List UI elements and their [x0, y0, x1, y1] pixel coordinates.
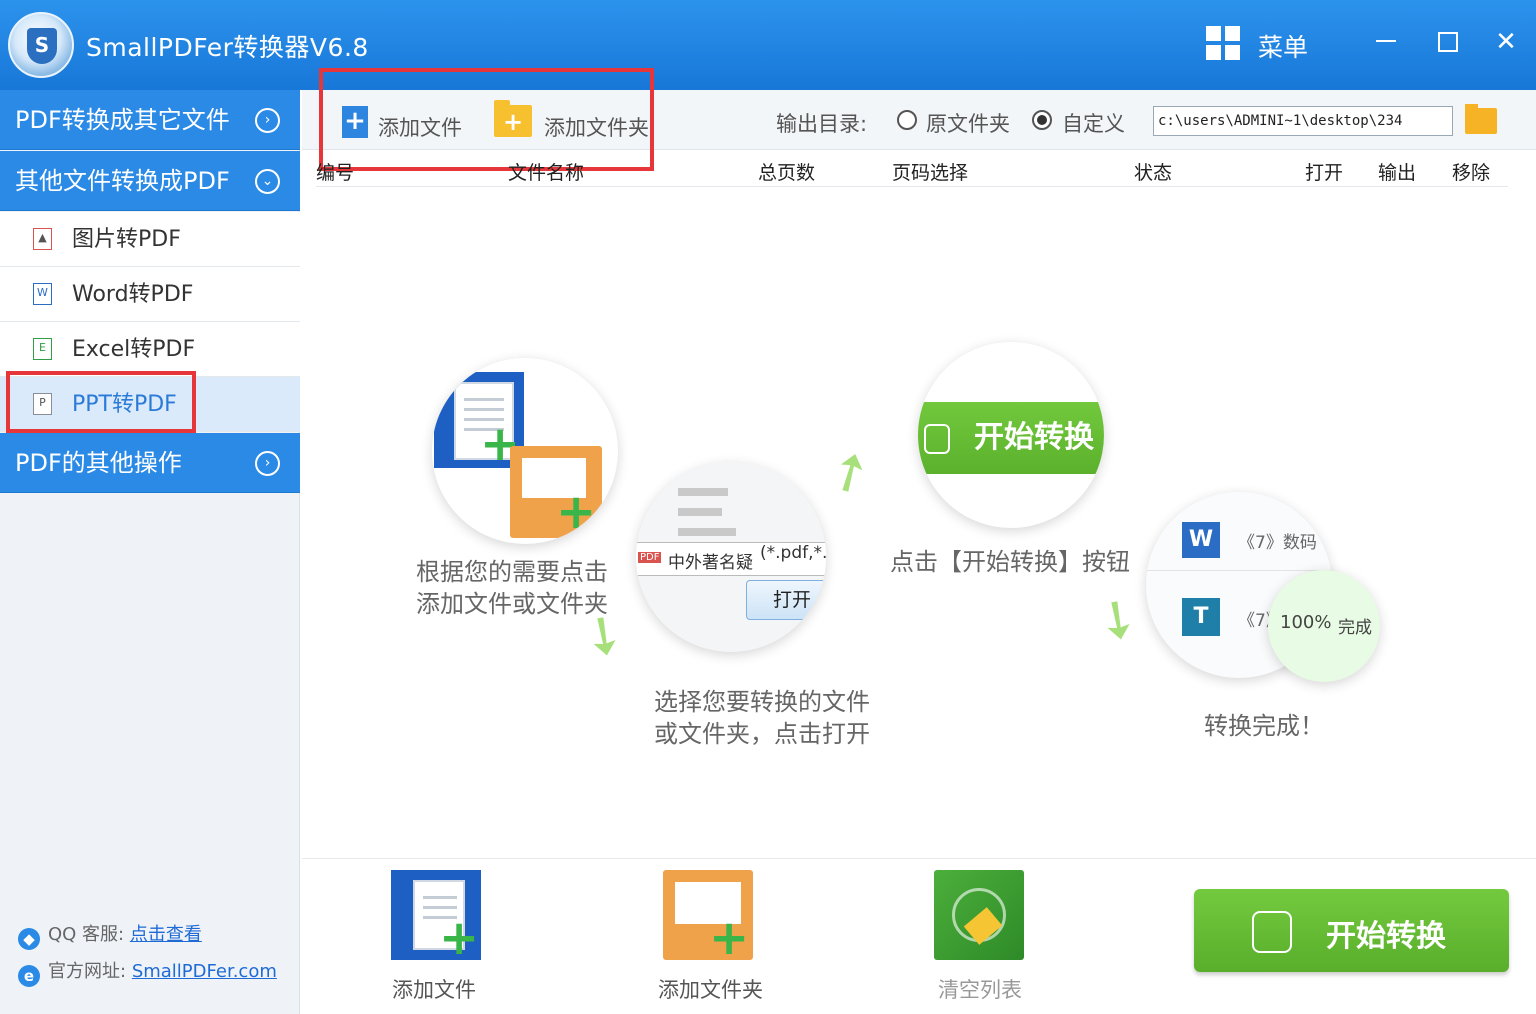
step2-line1: 选择您要转换的文件 — [654, 688, 870, 716]
file-name-row: PDF 中外著名疑 (*.pdf,*... — [636, 542, 826, 576]
dialog-open-button: 打开 — [746, 580, 826, 620]
ie-browser-icon: e — [18, 965, 40, 987]
result-row1: 《7》数码 — [1238, 533, 1317, 553]
maximize-button[interactable] — [1426, 22, 1466, 62]
column-header-pages[interactable]: 总页数 — [758, 158, 815, 185]
radio-custom-label[interactable]: 自定义 — [1062, 108, 1125, 138]
step2-line2: 或文件夹，点击打开 — [654, 720, 870, 748]
official-site: e 官方网址: SmallPDFer.com — [18, 957, 277, 987]
title-bar: S SmallPDFer转换器V6.8 菜单 ✕ — [0, 0, 1536, 90]
play-icon — [1252, 911, 1292, 953]
step1-text: 根据您的需要点击 添加文件或文件夹 — [416, 556, 608, 620]
qq-icon: ◆ — [18, 928, 40, 950]
result-status: 完成 — [1338, 618, 1372, 638]
highlight-add-buttons — [319, 68, 654, 171]
qq-support: ◆ QQ 客服: 点击查看 — [18, 920, 202, 950]
minimize-button[interactable] — [1366, 22, 1406, 62]
start-preview-label: 开始转换 — [974, 420, 1094, 455]
step1-line1: 根据您的需要点击 — [416, 558, 608, 586]
sidebar: PDF转换成其它文件 › 其他文件转换成PDF ⌄ ▲ 图片转PDF W Wor… — [0, 90, 300, 1014]
column-header-output[interactable]: 输出 — [1378, 158, 1416, 185]
start-button-preview: 开始转换 — [918, 402, 1104, 474]
file-browser-list — [666, 478, 806, 548]
clear-list-button[interactable]: 清空列表 — [938, 974, 1022, 1004]
output-path-field[interactable]: c:\users\ADMINI~1\desktop\234 — [1153, 106, 1453, 136]
chevron-right-icon: › — [255, 108, 280, 133]
browse-folder-icon[interactable] — [1465, 104, 1497, 134]
step2-illustration: PDF 中外著名疑 (*.pdf,*... 打开 — [636, 462, 826, 652]
column-header-status[interactable]: 状态 — [1134, 158, 1172, 185]
word-icon: W — [33, 283, 52, 305]
step2-text: 选择您要转换的文件 或文件夹，点击打开 — [654, 686, 870, 750]
start-convert-label: 开始转换 — [1326, 919, 1446, 954]
pdf-icon: PDF — [638, 552, 662, 563]
word-icon: W — [1182, 522, 1220, 558]
sidebar-item-excel-to-pdf[interactable]: E Excel转PDF — [0, 322, 300, 377]
site-link[interactable]: SmallPDFer.com — [132, 961, 277, 982]
sidebar-item-label: 图片转PDF — [72, 227, 181, 252]
image-icon: ▲ — [33, 228, 52, 250]
step3-text: 点击【开始转换】按钮 — [890, 548, 1130, 576]
menu-button[interactable]: 菜单 — [1258, 28, 1308, 64]
qq-label: QQ 客服: — [48, 924, 125, 945]
sidebar-item-word-to-pdf[interactable]: W Word转PDF — [0, 267, 300, 322]
step3-illustration: 开始转换 — [918, 342, 1104, 528]
nav-group-other-to-pdf[interactable]: 其他文件转换成PDF ⌄ — [0, 151, 300, 211]
app-logo-icon: S — [8, 12, 74, 78]
sidebar-item-label: Word转PDF — [72, 282, 194, 307]
broom-icon[interactable] — [934, 870, 1024, 960]
column-header-page-select[interactable]: 页码选择 — [892, 158, 968, 185]
excel-icon: E — [33, 338, 52, 360]
bottom-add-folder-icon[interactable]: + — [663, 870, 753, 966]
highlight-ppt-item — [6, 371, 196, 433]
plus-icon: + — [556, 484, 597, 540]
header-divider — [316, 186, 1508, 187]
sidebar-item-image-to-pdf[interactable]: ▲ 图片转PDF — [0, 212, 300, 267]
radio-source-label[interactable]: 原文件夹 — [926, 108, 1010, 138]
nav-group-label: PDF的其他操作 — [15, 449, 182, 477]
dialog-file-filter: (*.pdf,*... — [760, 543, 826, 563]
dialog-file-name: 中外著名疑 — [668, 553, 753, 573]
bottom-add-file-icon[interactable]: + — [391, 870, 481, 966]
radio-custom-folder[interactable] — [1032, 110, 1052, 130]
radio-source-folder[interactable] — [897, 110, 917, 130]
chevron-right-icon: › — [255, 451, 280, 476]
sidebar-item-label: Excel转PDF — [72, 337, 196, 362]
nav-group-pdf-other-ops[interactable]: PDF的其他操作 › — [0, 433, 300, 493]
play-icon — [924, 424, 950, 454]
bottom-divider — [302, 858, 1536, 859]
menu-grid-icon[interactable] — [1206, 26, 1240, 60]
qq-link[interactable]: 点击查看 — [130, 924, 202, 945]
start-convert-button[interactable]: 开始转换 — [1194, 889, 1509, 972]
arrow-down-icon: ➘ — [1082, 582, 1153, 658]
step1-line2: 添加文件或文件夹 — [416, 590, 608, 618]
output-dir-label: 输出目录: — [776, 112, 868, 136]
step4-text: 转换完成！ — [1204, 712, 1324, 740]
result-progress: 100% — [1280, 612, 1332, 633]
column-header-index[interactable]: 编号 — [316, 158, 354, 185]
nav-group-label: PDF转换成其它文件 — [15, 106, 230, 134]
site-label: 官方网址: — [48, 961, 127, 982]
text-file-icon: T — [1182, 598, 1220, 636]
chevron-down-icon: ⌄ — [255, 169, 280, 194]
column-header-filename[interactable]: 文件名称 — [508, 158, 584, 185]
step1-illustration: + + — [432, 358, 618, 544]
nav-group-pdf-to-other[interactable]: PDF转换成其它文件 › — [0, 90, 300, 150]
nav-group-label: 其他文件转换成PDF — [15, 167, 230, 195]
column-header-open[interactable]: 打开 — [1305, 158, 1343, 185]
bottom-add-file-button[interactable]: 添加文件 — [392, 974, 476, 1004]
progress-zoom: 100% 完成 — [1268, 570, 1380, 682]
arrow-up-icon: ➚ — [815, 435, 884, 509]
bottom-add-folder-button[interactable]: 添加文件夹 — [658, 974, 763, 1004]
close-button[interactable]: ✕ — [1486, 22, 1526, 62]
column-header-remove[interactable]: 移除 — [1452, 158, 1490, 185]
app-title: SmallPDFer转换器V6.8 — [86, 33, 369, 62]
